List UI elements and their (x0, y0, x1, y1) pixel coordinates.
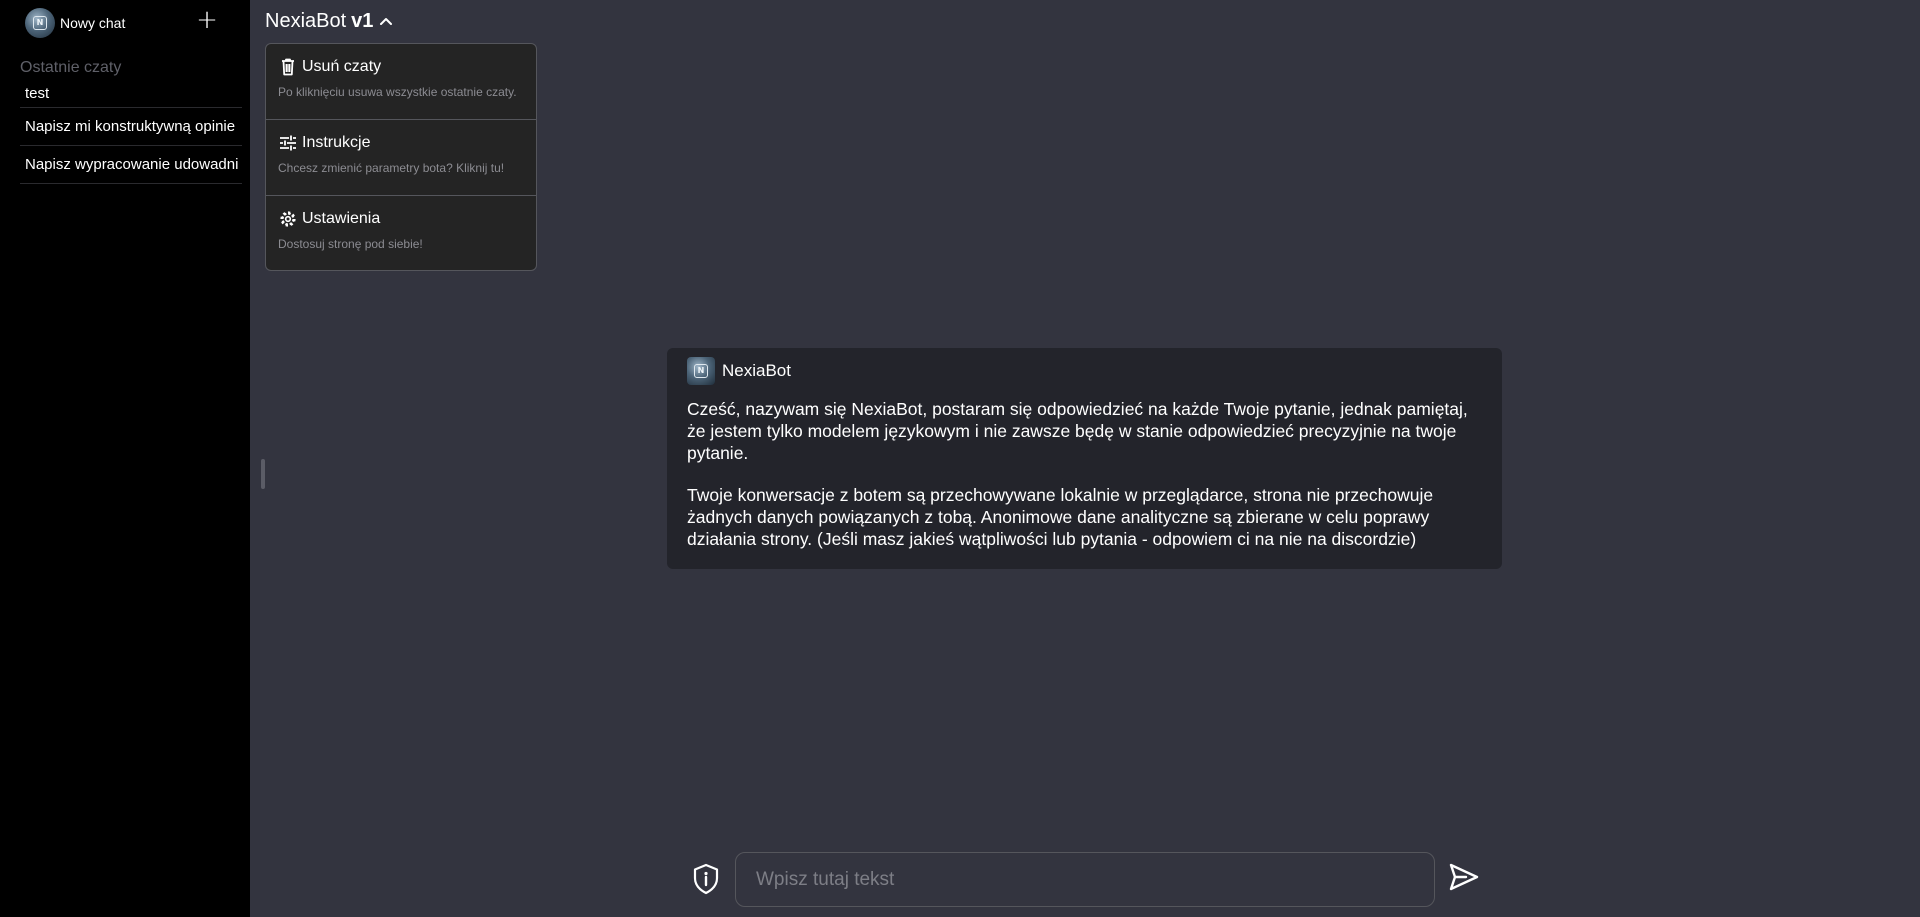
message-body: Cześć, nazywam się NexiaBot, postaram si… (687, 398, 1482, 550)
trash-icon (282, 58, 294, 76)
model-dropdown-menu: Usuń czaty Po kliknięciu usuwa wszystkie… (265, 43, 537, 271)
chevron-up-icon (380, 18, 393, 25)
menu-item-delete-chats[interactable]: Usuń czaty Po kliknięciu usuwa wszystkie… (266, 44, 536, 120)
menu-item-title: Usuń czaty (302, 58, 382, 75)
message-paragraph: Cześć, nazywam się NexiaBot, postaram si… (687, 399, 1468, 463)
menu-item-title: Ustawienia (302, 210, 381, 227)
bot-message: N NexiaBot Cześć, nazywam się NexiaBot, … (667, 348, 1502, 569)
menu-item-description: Chcesz zmienić parametry bota? Kliknij t… (278, 161, 505, 175)
menu-item-description: Dostosuj stronę pod siebie! (278, 237, 423, 251)
send-icon[interactable] (1448, 862, 1480, 892)
chat-item[interactable]: Napisz mi konstruktywną opinie (20, 108, 242, 146)
menu-item-instructions[interactable]: Instrukcje Chcesz zmienić parametry bota… (266, 120, 536, 196)
chat-item[interactable]: Napisz wypracowanie udowadni (20, 146, 242, 184)
menu-item-title: Instrukcje (302, 134, 371, 151)
model-version: v1 (351, 9, 374, 32)
nexiabot-logo-icon: N (25, 8, 55, 38)
sidebar: N Nowy chat + Ostatnie czaty test Napisz… (0, 0, 250, 917)
recent-chats-title: Ostatnie czaty (20, 59, 122, 76)
plus-icon[interactable]: + (196, 7, 218, 33)
menu-item-settings[interactable]: Ustawienia Dostosuj stronę pod siebie! (266, 196, 536, 270)
sliders-icon (280, 135, 296, 151)
message-input[interactable] (735, 852, 1435, 907)
sidebar-resize-handle[interactable] (261, 459, 265, 489)
menu-item-description: Po kliknięciu usuwa wszystkie ostatnie c… (278, 85, 517, 99)
model-selector[interactable]: NexiaBot v1 (265, 8, 393, 34)
recent-chats-list: test Napisz mi konstruktywną opinie Napi… (20, 85, 242, 184)
shield-info-icon[interactable] (690, 862, 722, 896)
message-paragraph: Twoje konwersacje z botem są przechowywa… (687, 485, 1434, 549)
chat-item[interactable]: test (20, 85, 242, 108)
bot-avatar-icon: N (687, 357, 715, 385)
message-author: NexiaBot (722, 361, 791, 380)
new-chat-button[interactable]: N Nowy chat (25, 8, 225, 38)
model-name: NexiaBot (265, 9, 347, 32)
gear-icon (280, 211, 296, 227)
new-chat-label: Nowy chat (60, 15, 126, 31)
